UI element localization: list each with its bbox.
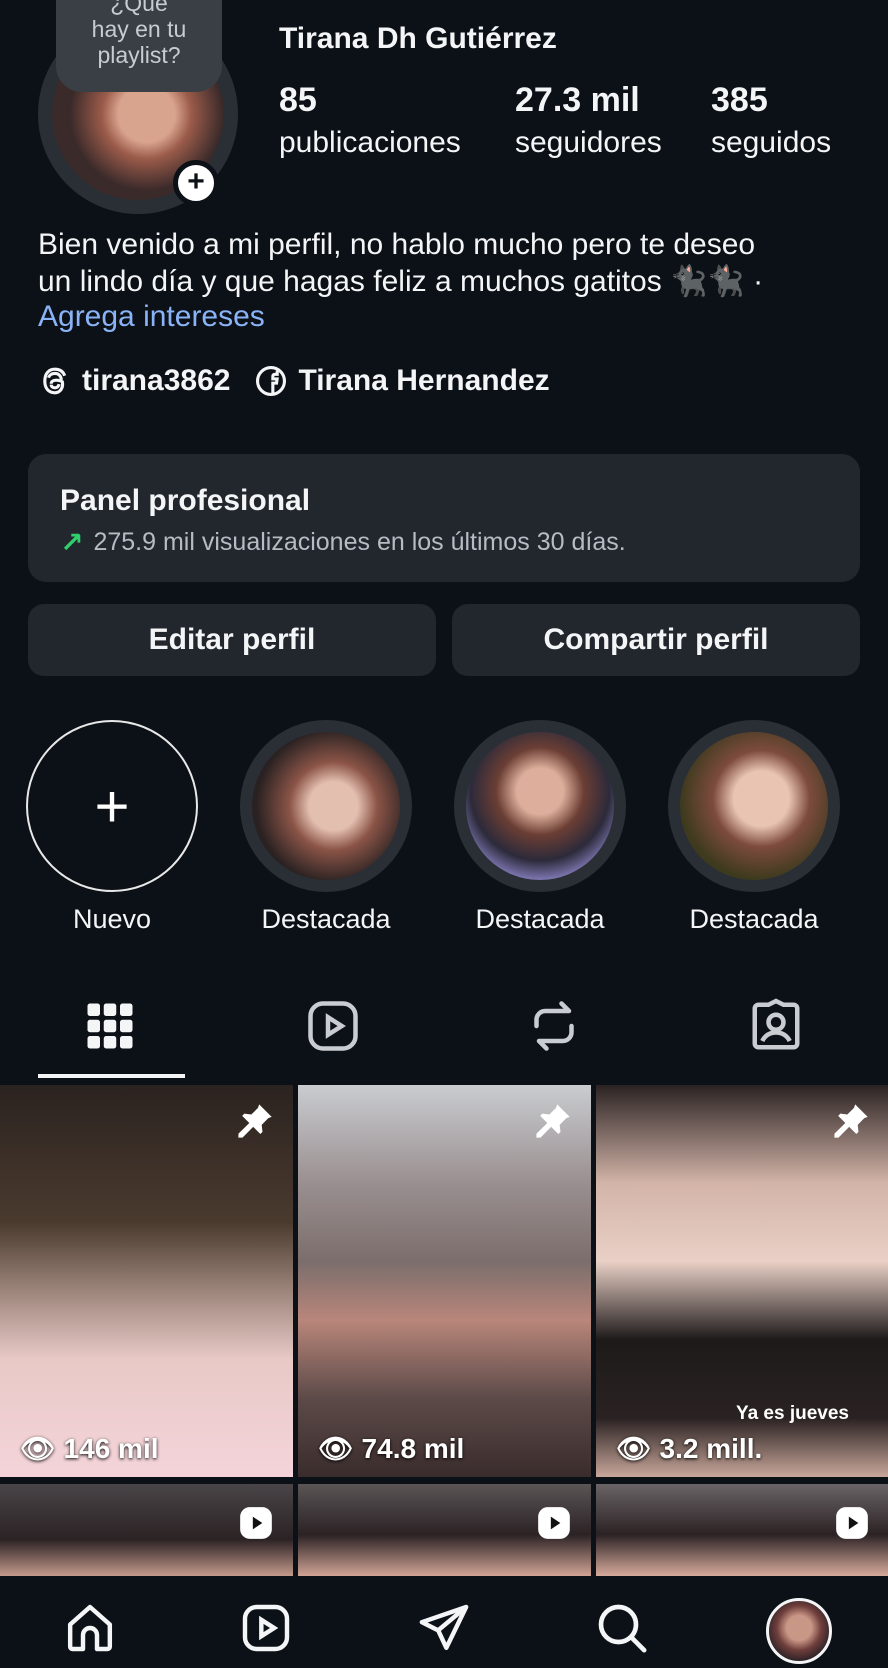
note-line: ¿Qué xyxy=(110,0,168,16)
tagged-icon[interactable] xyxy=(746,996,806,1056)
stat-posts[interactable]: 85 publicaciones xyxy=(279,78,461,164)
highlight-label: Nuevo xyxy=(72,904,152,934)
view-count-text: 3.2 mill. xyxy=(659,1432,763,1464)
stat-label: publicaciones xyxy=(279,126,461,159)
professional-dashboard[interactable]: Panel profesional ↗ 275.9 mil visualizac… xyxy=(28,454,860,582)
profile-links: tirana3862 Tirana Hernandez xyxy=(38,364,550,398)
threads-link[interactable]: tirana3862 xyxy=(38,364,230,398)
stat-following[interactable]: 385 seguidos xyxy=(711,78,831,164)
post-thumbnail[interactable] xyxy=(0,1484,293,1576)
profile-name: Tirana Dh Gutiérrez xyxy=(279,22,557,55)
reels-nav-icon[interactable] xyxy=(238,1600,294,1656)
highlight-item[interactable]: Destacada xyxy=(240,720,412,935)
reel-icon xyxy=(240,1507,272,1539)
note-line: playlist? xyxy=(97,42,181,68)
view-count: 👁 74.8 mil xyxy=(318,1432,464,1465)
view-count-text: 146 mil xyxy=(63,1432,159,1464)
share-profile-button[interactable]: Compartir perfil xyxy=(452,604,860,676)
panel-subtitle-text: 275.9 mil visualizaciones en los últimos… xyxy=(93,528,626,556)
bio: Bien venido a mi perfil, no hablo mucho … xyxy=(38,226,858,300)
note-bubble[interactable]: ¿Qué hay en tu playlist? xyxy=(56,0,222,92)
plus-icon: + xyxy=(26,720,198,892)
post-thumbnail[interactable]: Ya es jueves 👁 3.2 mill. xyxy=(596,1085,888,1477)
pin-icon xyxy=(238,1104,272,1138)
highlight-cover xyxy=(252,732,400,880)
highlight-cover xyxy=(680,732,828,880)
post-thumbnail[interactable]: 👁 146 mil xyxy=(0,1085,293,1477)
eye-icon: 👁 xyxy=(616,1433,652,1464)
post-thumbnail[interactable]: 👁 74.8 mil xyxy=(298,1085,591,1477)
highlight-cover xyxy=(466,732,614,880)
stat-value: 27.3 mil xyxy=(515,81,640,119)
stat-label: seguidos xyxy=(711,126,832,159)
stat-followers[interactable]: 27.3 mil seguidores xyxy=(515,78,662,164)
search-icon[interactable] xyxy=(594,1600,650,1656)
bio-line: Bien venido a mi perfil, no hablo mucho … xyxy=(38,228,756,261)
eye-icon: 👁 xyxy=(318,1433,354,1464)
active-tab-indicator xyxy=(38,1074,185,1078)
stat-label: seguidores xyxy=(515,126,662,159)
pin-icon xyxy=(834,1104,868,1138)
post-caption: Ya es jueves xyxy=(735,1403,849,1424)
reels-tab-icon[interactable] xyxy=(303,996,363,1056)
bio-line: un lindo día y que hagas feliz a muchos … xyxy=(38,265,764,298)
send-icon[interactable] xyxy=(416,1600,472,1656)
reel-icon xyxy=(538,1507,570,1539)
facebook-icon xyxy=(256,365,287,397)
pin-icon xyxy=(536,1104,570,1138)
reposts-icon[interactable] xyxy=(524,996,584,1056)
threads-handle: tirana3862 xyxy=(82,364,231,397)
view-count: 👁 3.2 mill. xyxy=(616,1432,762,1465)
stat-value: 385 xyxy=(711,81,768,119)
note-line: hay en tu xyxy=(91,16,187,42)
profile-avatar[interactable] xyxy=(766,1598,832,1664)
reel-icon xyxy=(836,1507,868,1539)
add-interests-link[interactable]: Agrega intereses xyxy=(38,300,265,334)
eye-icon: 👁 xyxy=(20,1433,56,1464)
edit-profile-button[interactable]: Editar perfil xyxy=(28,604,436,676)
highlight-label: Destacada xyxy=(475,904,605,934)
facebook-link[interactable]: Tirana Hernandez xyxy=(254,364,550,398)
view-count: 👁 146 mil xyxy=(20,1432,159,1465)
trend-up-icon: ↗ xyxy=(60,527,84,558)
highlight-label: Destacada xyxy=(689,904,819,934)
view-count-text: 74.8 mil xyxy=(361,1432,465,1464)
facebook-name: Tirana Hernandez xyxy=(298,364,550,397)
threads-icon xyxy=(43,367,67,395)
stat-value: 85 xyxy=(279,81,317,119)
grid-icon[interactable] xyxy=(80,996,140,1056)
post-thumbnail[interactable] xyxy=(596,1484,888,1576)
panel-subtitle: ↗ 275.9 mil visualizaciones en los últim… xyxy=(60,526,828,559)
post-thumbnail[interactable] xyxy=(298,1484,591,1576)
add-story-icon[interactable]: + xyxy=(173,160,219,206)
highlight-item[interactable]: Destacada xyxy=(454,720,626,935)
highlight-new[interactable]: + Nuevo xyxy=(26,720,198,935)
highlight-item[interactable]: Destacada xyxy=(668,720,840,935)
home-icon[interactable] xyxy=(62,1600,118,1656)
highlight-label: Destacada xyxy=(261,904,391,934)
panel-title: Panel profesional xyxy=(60,484,311,517)
